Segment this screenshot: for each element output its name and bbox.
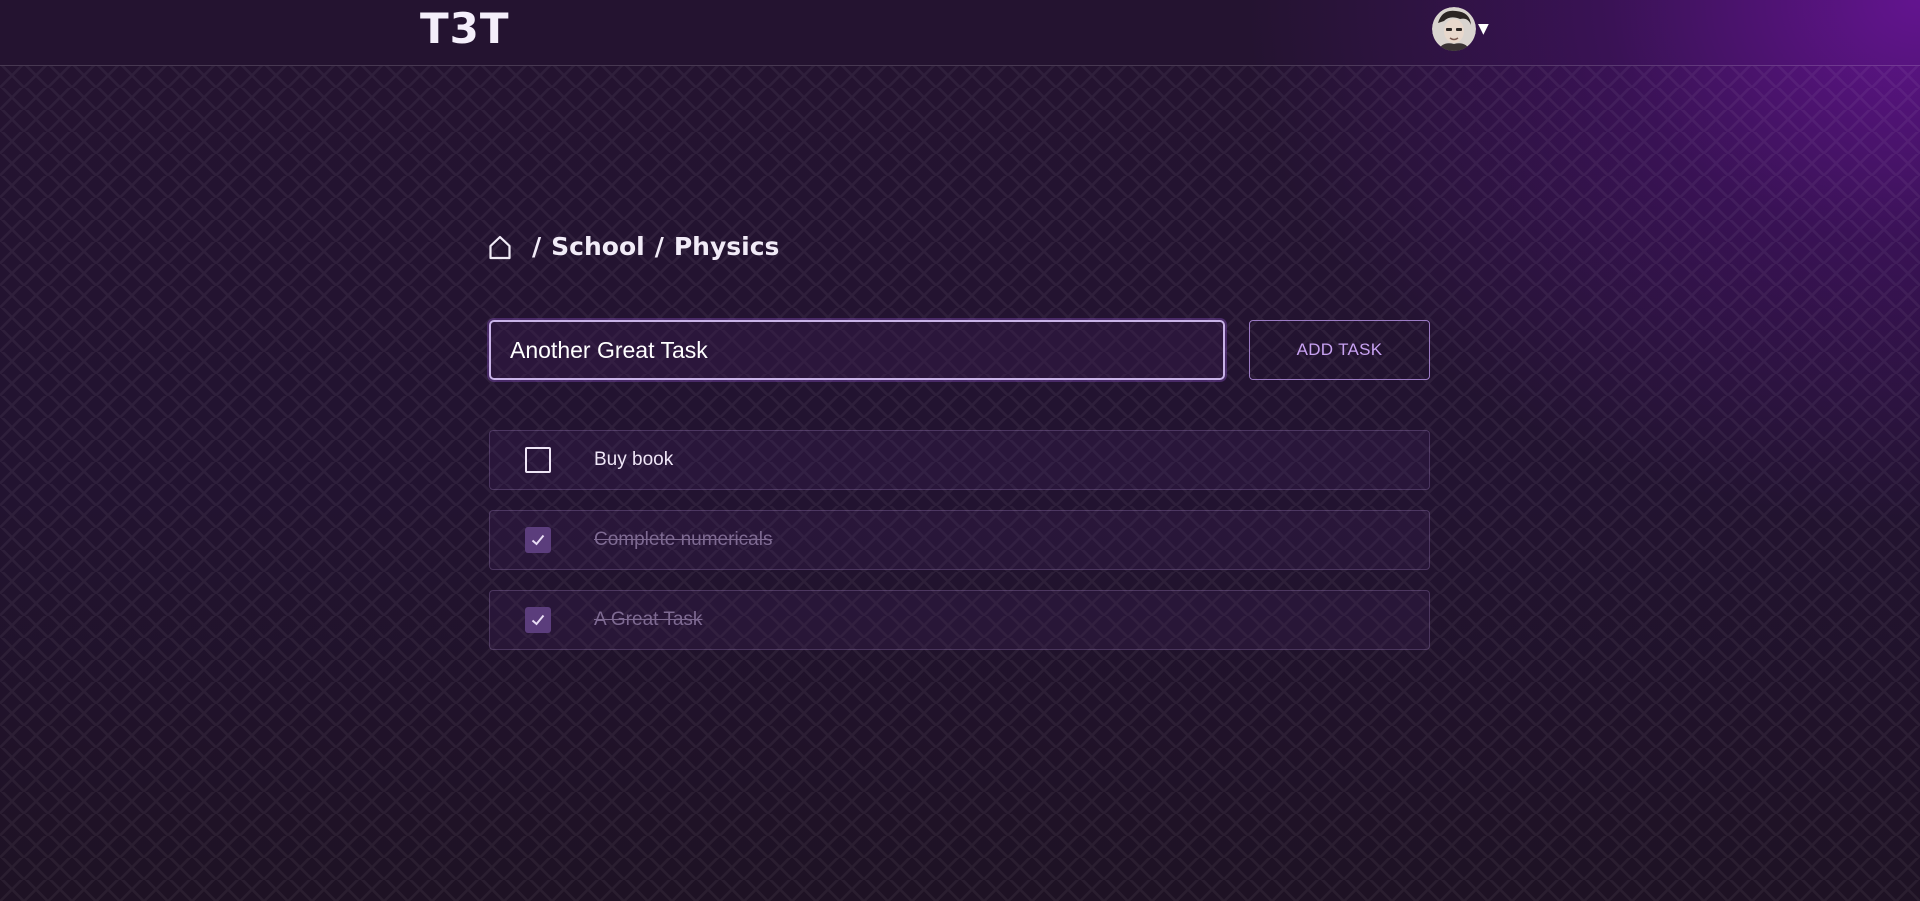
caret-down-icon[interactable]: ▼: [1478, 21, 1489, 37]
checkmark-icon: [531, 534, 545, 546]
breadcrumb-item-school[interactable]: School: [551, 232, 645, 261]
breadcrumb-item-physics: Physics: [673, 232, 780, 261]
app-logo[interactable]: T3T: [420, 4, 510, 53]
breadcrumb-separator: /: [532, 232, 542, 261]
task-label: Complete numericals: [594, 529, 773, 550]
new-task-input[interactable]: [489, 320, 1225, 380]
task-item[interactable]: Buy book: [489, 430, 1430, 490]
avatar[interactable]: [1432, 7, 1476, 51]
breadcrumb: / School / Physics: [488, 232, 779, 261]
user-menu[interactable]: ▼: [1432, 7, 1489, 51]
task-list: Buy book Complete numericals A Great Tas…: [489, 430, 1430, 670]
task-label: Buy book: [594, 449, 674, 470]
task-item[interactable]: Complete numericals: [489, 510, 1430, 570]
task-checkbox[interactable]: [525, 527, 551, 553]
task-label: A Great Task: [594, 609, 703, 630]
task-checkbox[interactable]: [525, 447, 551, 473]
breadcrumb-separator: /: [654, 232, 664, 261]
checkmark-icon: [531, 614, 545, 626]
task-item[interactable]: A Great Task: [489, 590, 1430, 650]
task-checkbox[interactable]: [525, 607, 551, 633]
add-task-button[interactable]: ADD TASK: [1249, 320, 1430, 380]
home-icon[interactable]: [488, 234, 512, 260]
top-bar: T3T ▼: [0, 0, 1920, 66]
